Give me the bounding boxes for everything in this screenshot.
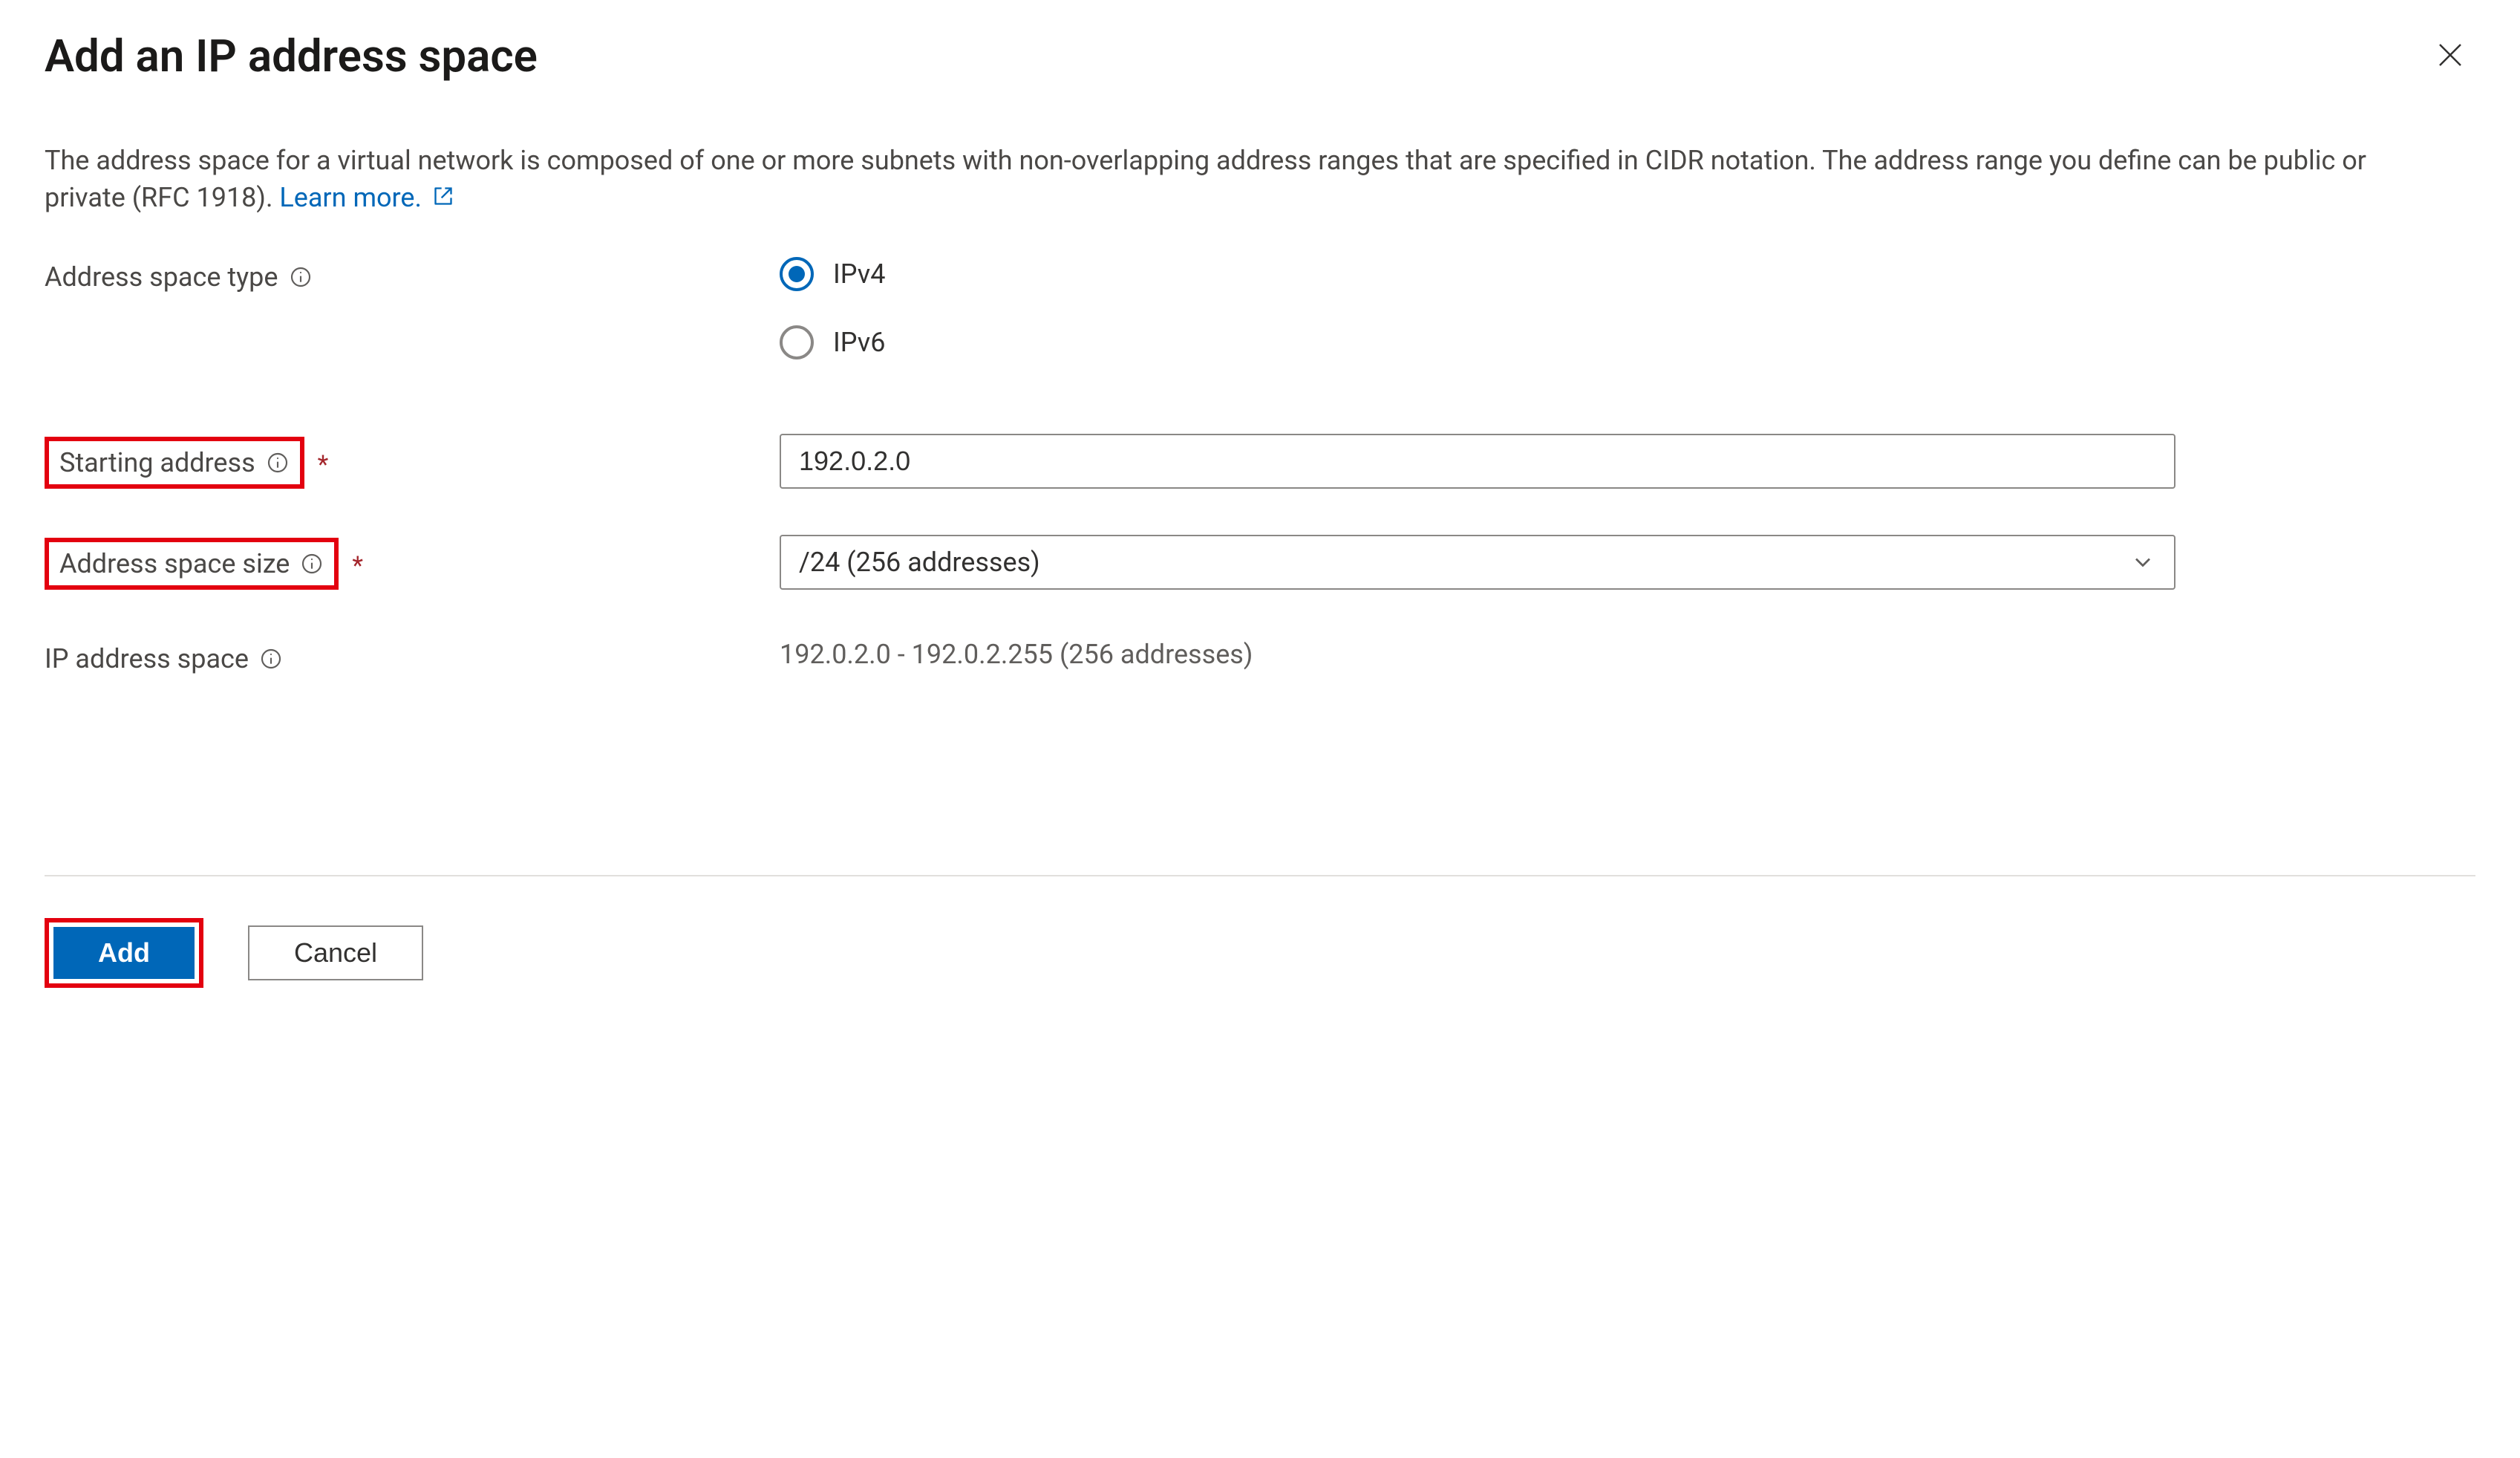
highlight-add-button: Add (45, 918, 203, 988)
ip-address-space-value: 192.0.2.0 - 192.0.2.255 (256 addresses) (780, 636, 2175, 670)
panel-title: Add an IP address space (45, 30, 538, 82)
radio-ipv4-label: IPv4 (833, 258, 885, 290)
required-marker: * (352, 551, 363, 581)
add-ip-address-space-panel: Add an IP address space The address spac… (45, 30, 2475, 988)
address-space-size-label: Address space size (59, 548, 290, 579)
dropdown-value: /24 (256 addresses) (799, 547, 1040, 578)
radio-button-indicator (780, 257, 814, 291)
learn-more-link[interactable]: Learn more. (279, 182, 454, 213)
radio-ipv6-label: IPv6 (833, 327, 885, 358)
chevron-down-icon (2129, 549, 2156, 576)
required-marker: * (318, 450, 329, 480)
info-icon[interactable] (300, 552, 324, 576)
info-icon[interactable] (266, 451, 290, 475)
info-icon[interactable] (289, 265, 313, 289)
info-icon[interactable] (259, 647, 283, 671)
starting-address-label: Starting address (59, 447, 255, 478)
footer-separator (45, 875, 2475, 876)
cancel-button[interactable]: Cancel (248, 925, 423, 980)
highlight-address-space-size: Address space size (45, 538, 339, 590)
panel-footer: Add Cancel (45, 918, 2475, 988)
external-link-icon (433, 179, 454, 216)
radio-button-indicator (780, 325, 814, 359)
address-space-type-label: Address space type (45, 254, 780, 293)
label-text: Address space type (45, 261, 278, 293)
address-space-type-radiogroup: IPv4 IPv6 (780, 254, 2175, 359)
ip-address-space-label: IP address space (45, 636, 780, 674)
ip-address-space-row: IP address space 192.0.2.0 - 192.0.2.255… (45, 636, 2475, 674)
panel-header: Add an IP address space (45, 30, 2475, 82)
address-space-type-row: Address space type IPv4 IPv6 (45, 254, 2475, 426)
address-space-size-dropdown[interactable]: /24 (256 addresses) (780, 535, 2175, 590)
learn-more-text: Learn more. (279, 182, 422, 213)
label-text: IP address space (45, 643, 249, 674)
address-space-size-row: Address space size * /24 (256 addresses) (45, 535, 2475, 590)
starting-address-input[interactable] (780, 434, 2175, 489)
close-icon (2435, 34, 2465, 79)
starting-address-row: Starting address * (45, 434, 2475, 489)
panel-description: The address space for a virtual network … (45, 142, 2450, 217)
add-button[interactable]: Add (53, 927, 195, 979)
radio-ipv4[interactable]: IPv4 (780, 257, 2175, 291)
highlight-starting-address: Starting address (45, 437, 304, 489)
close-button[interactable] (2425, 30, 2475, 82)
radio-ipv6[interactable]: IPv6 (780, 325, 2175, 359)
